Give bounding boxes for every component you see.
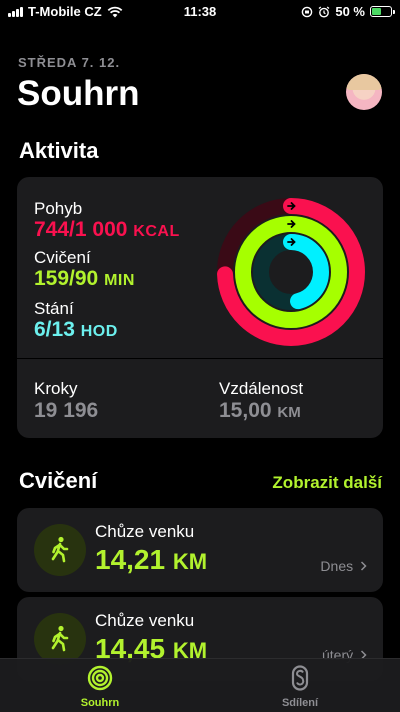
activity-section-title: Aktivita	[19, 138, 99, 163]
distance-label: Vzdálenost	[219, 379, 304, 398]
date-label: STŘEDA 7. 12.	[18, 55, 121, 70]
card-divider	[17, 358, 383, 359]
move-label: Pohyb	[34, 199, 83, 218]
show-more-link[interactable]: Zobrazit další	[272, 473, 382, 493]
workout-distance: 14,21 KM	[95, 544, 208, 575]
stand-value: 6/13 HOD	[34, 318, 118, 341]
tab-summary[interactable]: Souhrn	[40, 665, 160, 709]
page-title: Souhrn	[17, 74, 140, 113]
avatar[interactable]	[346, 74, 382, 110]
workout-date: Dnes	[320, 558, 367, 574]
alarm-icon	[318, 6, 330, 17]
activity-rings[interactable]	[217, 198, 365, 346]
stand-label: Stání	[34, 299, 74, 318]
exercise-label: Cvičení	[34, 248, 91, 267]
orientation-lock-icon	[302, 6, 313, 17]
workout-card[interactable]: Chůze venku 14,21 KM Dnes	[17, 508, 383, 592]
workouts-section-title: Cvičení	[19, 468, 98, 493]
distance-value: 15,00 KM	[219, 399, 301, 422]
tab-sharing[interactable]: Sdílení	[240, 665, 360, 709]
tab-bar: Souhrn Sdílení	[0, 658, 400, 712]
battery-percent: 50 %	[335, 4, 365, 19]
exercise-value: 159/90 MIN	[34, 267, 135, 290]
battery-icon	[370, 6, 395, 17]
tab-summary-label: Souhrn	[80, 697, 120, 709]
steps-label: Kroky	[34, 379, 78, 398]
move-value: 744/1 000 KCAL	[34, 218, 180, 241]
activity-card[interactable]: Pohyb 744/1 000 KCAL Cvičení 159/90 MIN …	[17, 177, 383, 438]
status-bar: T-Mobile CZ 11:38 50 %	[0, 0, 400, 24]
steps-value: 19 196	[34, 399, 99, 422]
workout-name: Chůze venku	[95, 522, 195, 541]
chevron-right-icon	[360, 561, 367, 571]
tab-sharing-label: Sdílení	[281, 697, 319, 709]
sharing-icon	[291, 665, 309, 691]
walking-icon	[34, 524, 86, 576]
activity-rings-icon	[87, 665, 113, 691]
workout-name: Chůze venku	[95, 611, 195, 630]
